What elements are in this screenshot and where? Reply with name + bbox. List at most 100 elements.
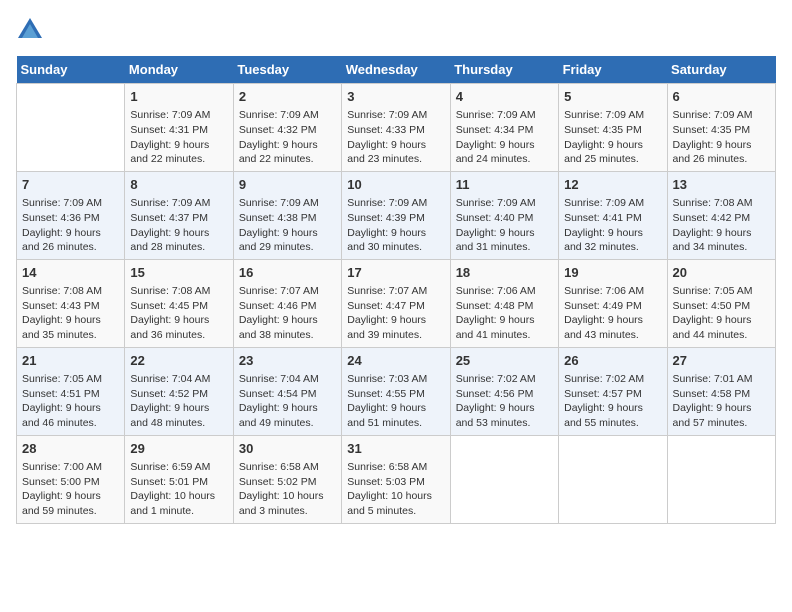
calendar-cell: 2 Sunrise: 7:09 AMSunset: 4:32 PMDaylight… bbox=[233, 84, 341, 172]
day-number: 17 bbox=[347, 264, 444, 282]
calendar-cell: 6 Sunrise: 7:09 AMSunset: 4:35 PMDaylight… bbox=[667, 84, 775, 172]
day-number: 4 bbox=[456, 88, 553, 106]
weekday-header-friday: Friday bbox=[559, 56, 667, 84]
day-number: 11 bbox=[456, 176, 553, 194]
day-number: 31 bbox=[347, 440, 444, 458]
calendar-cell: 20Sunrise: 7:05 AMSunset: 4:50 PMDayligh… bbox=[667, 259, 775, 347]
logo-icon bbox=[16, 16, 44, 44]
calendar-cell: 10 Sunrise: 7:09 AMSunset: 4:39 PMDayligh… bbox=[342, 171, 450, 259]
day-info: Sunrise: 7:03 AMSunset: 4:55 PMDaylight:… bbox=[347, 372, 444, 431]
day-number: 2 bbox=[239, 88, 336, 106]
calendar-cell: 17Sunrise: 7:07 AMSunset: 4:47 PMDayligh… bbox=[342, 259, 450, 347]
weekday-header-row: SundayMondayTuesdayWednesdayThursdayFrid… bbox=[17, 56, 776, 84]
calendar-table: SundayMondayTuesdayWednesdayThursdayFrid… bbox=[16, 56, 776, 524]
day-number: 21 bbox=[22, 352, 119, 370]
day-info: Sunrise: 7:09 AMSunset: 4:39 PMDaylight:… bbox=[347, 196, 444, 255]
weekday-header-saturday: Saturday bbox=[667, 56, 775, 84]
calendar-cell bbox=[667, 435, 775, 523]
day-number: 27 bbox=[673, 352, 770, 370]
calendar-cell: 5 Sunrise: 7:09 AMSunset: 4:35 PMDaylight… bbox=[559, 84, 667, 172]
day-info: Sunrise: 7:07 AMSunset: 4:46 PMDaylight:… bbox=[239, 284, 336, 343]
day-number: 6 bbox=[673, 88, 770, 106]
calendar-week-row: 14 Sunrise: 7:08 AMSunset: 4:43 PMDayligh… bbox=[17, 259, 776, 347]
day-info: Sunrise: 7:02 AMSunset: 4:56 PMDaylight:… bbox=[456, 372, 553, 431]
logo bbox=[16, 16, 48, 44]
calendar-cell: 28 Sunrise: 7:00 AMSunset: 5:00 PMDayligh… bbox=[17, 435, 125, 523]
day-number: 19 bbox=[564, 264, 661, 282]
weekday-header-thursday: Thursday bbox=[450, 56, 558, 84]
page-header bbox=[16, 16, 776, 44]
calendar-cell: 22 Sunrise: 7:04 AMSunset: 4:52 PMDayligh… bbox=[125, 347, 233, 435]
calendar-cell: 12 Sunrise: 7:09 AMSunset: 4:41 PMDayligh… bbox=[559, 171, 667, 259]
calendar-cell: 25Sunrise: 7:02 AMSunset: 4:56 PMDayligh… bbox=[450, 347, 558, 435]
day-number: 10 bbox=[347, 176, 444, 194]
calendar-cell: 30 Sunrise: 6:58 AMSunset: 5:02 PMDayligh… bbox=[233, 435, 341, 523]
weekday-header-tuesday: Tuesday bbox=[233, 56, 341, 84]
day-number: 22 bbox=[130, 352, 227, 370]
day-info: Sunrise: 7:09 AMSunset: 4:34 PMDaylight:… bbox=[456, 108, 553, 167]
calendar-cell bbox=[450, 435, 558, 523]
day-info: Sunrise: 7:09 AMSunset: 4:36 PMDaylight:… bbox=[22, 196, 119, 255]
day-info: Sunrise: 7:05 AMSunset: 4:51 PMDaylight:… bbox=[22, 372, 119, 431]
day-info: Sunrise: 7:02 AMSunset: 4:57 PMDaylight:… bbox=[564, 372, 661, 431]
day-number: 30 bbox=[239, 440, 336, 458]
day-number: 16 bbox=[239, 264, 336, 282]
calendar-cell: 1Sunrise: 7:09 AMSunset: 4:31 PMDaylight… bbox=[125, 84, 233, 172]
calendar-cell: 23Sunrise: 7:04 AMSunset: 4:54 PMDayligh… bbox=[233, 347, 341, 435]
day-info: Sunrise: 7:09 AMSunset: 4:40 PMDaylight:… bbox=[456, 196, 553, 255]
day-info: Sunrise: 7:09 AMSunset: 4:41 PMDaylight:… bbox=[564, 196, 661, 255]
day-info: Sunrise: 7:04 AMSunset: 4:52 PMDaylight:… bbox=[130, 372, 227, 431]
calendar-cell: 31 Sunrise: 6:58 AMSunset: 5:03 PMDayligh… bbox=[342, 435, 450, 523]
day-info: Sunrise: 7:00 AMSunset: 5:00 PMDaylight:… bbox=[22, 460, 119, 519]
calendar-cell: 29Sunrise: 6:59 AMSunset: 5:01 PMDayligh… bbox=[125, 435, 233, 523]
calendar-cell bbox=[559, 435, 667, 523]
day-number: 9 bbox=[239, 176, 336, 194]
calendar-cell: 11 Sunrise: 7:09 AMSunset: 4:40 PMDayligh… bbox=[450, 171, 558, 259]
day-info: Sunrise: 6:58 AMSunset: 5:02 PMDaylight:… bbox=[239, 460, 336, 519]
day-info: Sunrise: 7:09 AMSunset: 4:31 PMDaylight:… bbox=[130, 108, 227, 167]
calendar-week-row: 1Sunrise: 7:09 AMSunset: 4:31 PMDaylight… bbox=[17, 84, 776, 172]
day-number: 3 bbox=[347, 88, 444, 106]
calendar-cell: 26 Sunrise: 7:02 AMSunset: 4:57 PMDayligh… bbox=[559, 347, 667, 435]
calendar-cell: 19 Sunrise: 7:06 AMSunset: 4:49 PMDayligh… bbox=[559, 259, 667, 347]
day-info: Sunrise: 7:06 AMSunset: 4:49 PMDaylight:… bbox=[564, 284, 661, 343]
weekday-header-wednesday: Wednesday bbox=[342, 56, 450, 84]
day-number: 24 bbox=[347, 352, 444, 370]
day-info: Sunrise: 7:09 AMSunset: 4:35 PMDaylight:… bbox=[673, 108, 770, 167]
day-info: Sunrise: 7:08 AMSunset: 4:42 PMDaylight:… bbox=[673, 196, 770, 255]
calendar-week-row: 7 Sunrise: 7:09 AMSunset: 4:36 PMDaylight… bbox=[17, 171, 776, 259]
calendar-cell: 8 Sunrise: 7:09 AMSunset: 4:37 PMDaylight… bbox=[125, 171, 233, 259]
calendar-cell: 24 Sunrise: 7:03 AMSunset: 4:55 PMDayligh… bbox=[342, 347, 450, 435]
day-info: Sunrise: 7:09 AMSunset: 4:35 PMDaylight:… bbox=[564, 108, 661, 167]
day-number: 7 bbox=[22, 176, 119, 194]
day-number: 12 bbox=[564, 176, 661, 194]
day-info: Sunrise: 7:08 AMSunset: 4:45 PMDaylight:… bbox=[130, 284, 227, 343]
day-info: Sunrise: 7:06 AMSunset: 4:48 PMDaylight:… bbox=[456, 284, 553, 343]
day-number: 20 bbox=[673, 264, 770, 282]
day-info: Sunrise: 6:58 AMSunset: 5:03 PMDaylight:… bbox=[347, 460, 444, 519]
day-info: Sunrise: 7:09 AMSunset: 4:32 PMDaylight:… bbox=[239, 108, 336, 167]
calendar-cell: 13 Sunrise: 7:08 AMSunset: 4:42 PMDayligh… bbox=[667, 171, 775, 259]
calendar-cell: 21 Sunrise: 7:05 AMSunset: 4:51 PMDayligh… bbox=[17, 347, 125, 435]
calendar-cell bbox=[17, 84, 125, 172]
calendar-cell: 9Sunrise: 7:09 AMSunset: 4:38 PMDaylight… bbox=[233, 171, 341, 259]
day-number: 29 bbox=[130, 440, 227, 458]
day-number: 15 bbox=[130, 264, 227, 282]
day-number: 26 bbox=[564, 352, 661, 370]
day-number: 28 bbox=[22, 440, 119, 458]
day-number: 8 bbox=[130, 176, 227, 194]
calendar-cell: 27 Sunrise: 7:01 AMSunset: 4:58 PMDayligh… bbox=[667, 347, 775, 435]
calendar-cell: 18Sunrise: 7:06 AMSunset: 4:48 PMDayligh… bbox=[450, 259, 558, 347]
weekday-header-sunday: Sunday bbox=[17, 56, 125, 84]
calendar-cell: 3Sunrise: 7:09 AMSunset: 4:33 PMDaylight… bbox=[342, 84, 450, 172]
day-number: 14 bbox=[22, 264, 119, 282]
weekday-header-monday: Monday bbox=[125, 56, 233, 84]
day-info: Sunrise: 7:08 AMSunset: 4:43 PMDaylight:… bbox=[22, 284, 119, 343]
day-number: 13 bbox=[673, 176, 770, 194]
day-number: 5 bbox=[564, 88, 661, 106]
day-info: Sunrise: 7:09 AMSunset: 4:37 PMDaylight:… bbox=[130, 196, 227, 255]
calendar-cell: 14 Sunrise: 7:08 AMSunset: 4:43 PMDayligh… bbox=[17, 259, 125, 347]
calendar-cell: 15 Sunrise: 7:08 AMSunset: 4:45 PMDayligh… bbox=[125, 259, 233, 347]
day-info: Sunrise: 7:01 AMSunset: 4:58 PMDaylight:… bbox=[673, 372, 770, 431]
day-info: Sunrise: 7:04 AMSunset: 4:54 PMDaylight:… bbox=[239, 372, 336, 431]
